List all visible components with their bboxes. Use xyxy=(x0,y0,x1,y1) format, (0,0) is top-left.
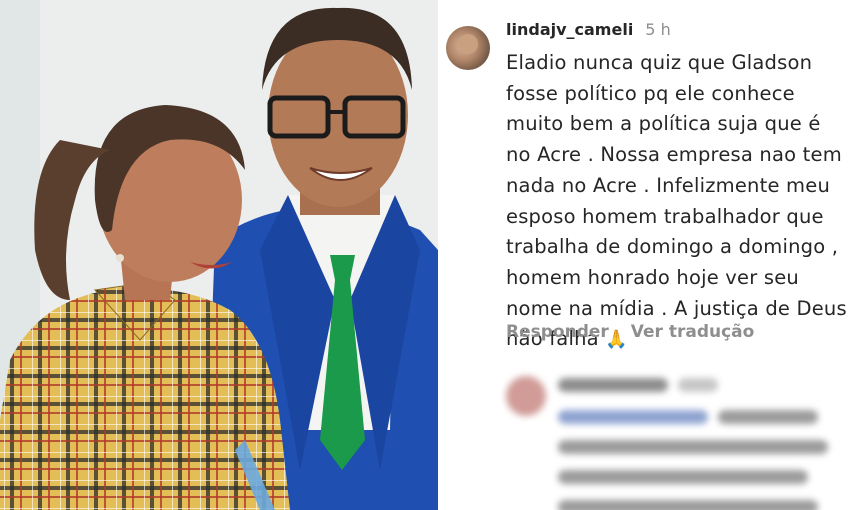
see-translation-button[interactable]: Ver tradução xyxy=(631,322,755,342)
comment-line: nada no Acre . Infelizmente meu xyxy=(506,173,831,197)
username-link[interactable]: lindajv_cameli xyxy=(506,20,633,39)
comment-line: trabalha de domingo a domingo , xyxy=(506,235,839,259)
comment-header: lindajv_cameli 5 h xyxy=(506,20,671,44)
comment-timestamp: 5 h xyxy=(645,20,671,39)
photo-panel xyxy=(0,0,438,510)
comment-line: fosse político pq ele conhece xyxy=(506,81,795,105)
comment-panel: lindajv_cameli 5 h Eladio nunca quiz que… xyxy=(438,0,850,510)
blurred-avatar xyxy=(506,376,546,416)
comment-line: no Acre . Nossa empresa nao tem xyxy=(506,143,842,167)
reply-button[interactable]: Responder xyxy=(506,322,609,342)
blurred-reply xyxy=(498,360,850,510)
user-avatar[interactable] xyxy=(446,26,490,70)
comment-actions: Responder Ver tradução xyxy=(506,322,754,342)
comment-line: homem honrado hoje ver seu xyxy=(506,265,799,289)
comment-line: Eladio nunca quiz que Gladson xyxy=(506,51,813,74)
comment-line: esposo homem trabalhador que xyxy=(506,204,824,228)
comment-line: nome na mídia . A justiça de Deus xyxy=(506,296,847,320)
people-photo xyxy=(0,0,438,510)
comment-body: Eladio nunca quiz que Gladson fosse polí… xyxy=(506,48,847,356)
comment-line: muito bem a política suja que é xyxy=(506,112,821,136)
